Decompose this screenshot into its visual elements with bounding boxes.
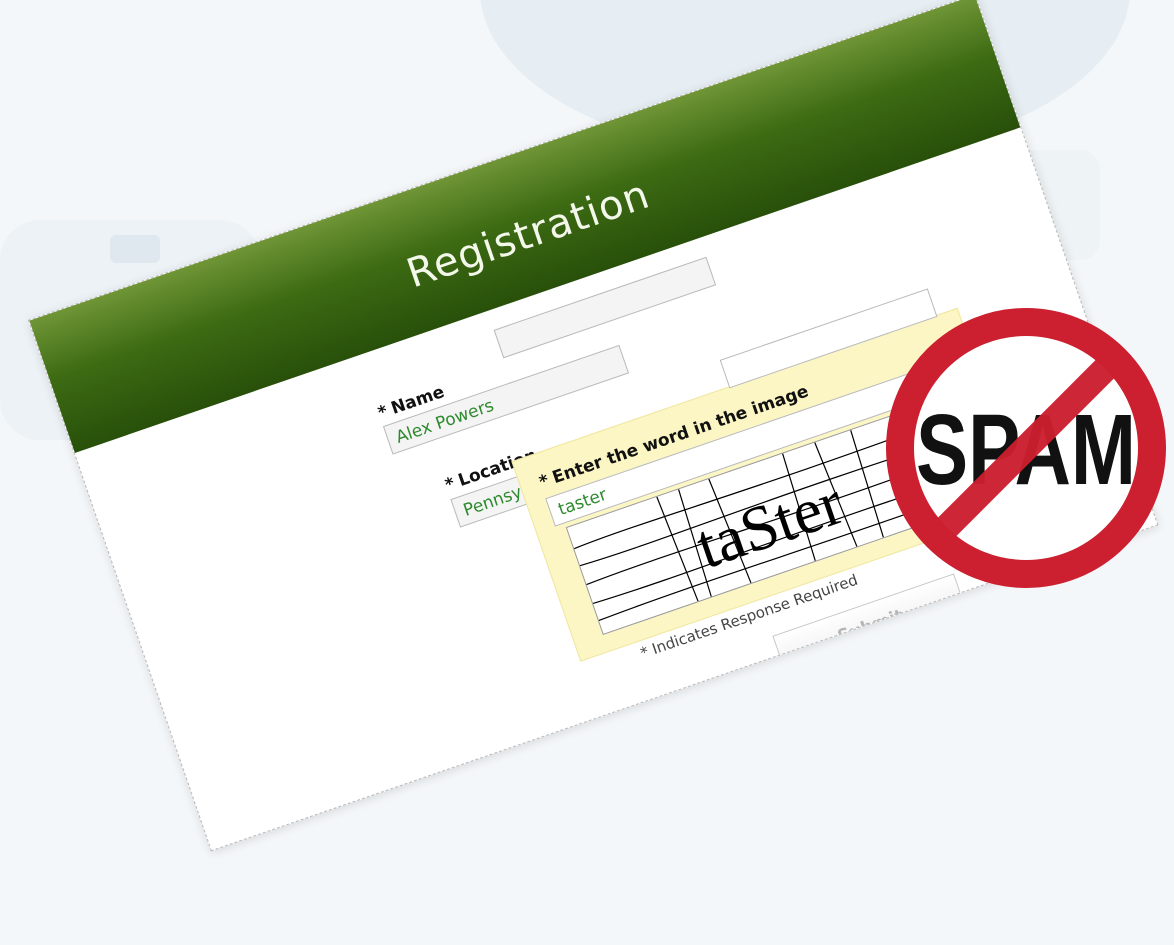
required-marker: * <box>442 473 458 496</box>
required-marker: * <box>375 401 391 424</box>
no-spam-icon: SPAM <box>886 308 1166 588</box>
background-shape <box>110 235 160 263</box>
no-spam-badge: SPAM <box>876 298 1174 598</box>
